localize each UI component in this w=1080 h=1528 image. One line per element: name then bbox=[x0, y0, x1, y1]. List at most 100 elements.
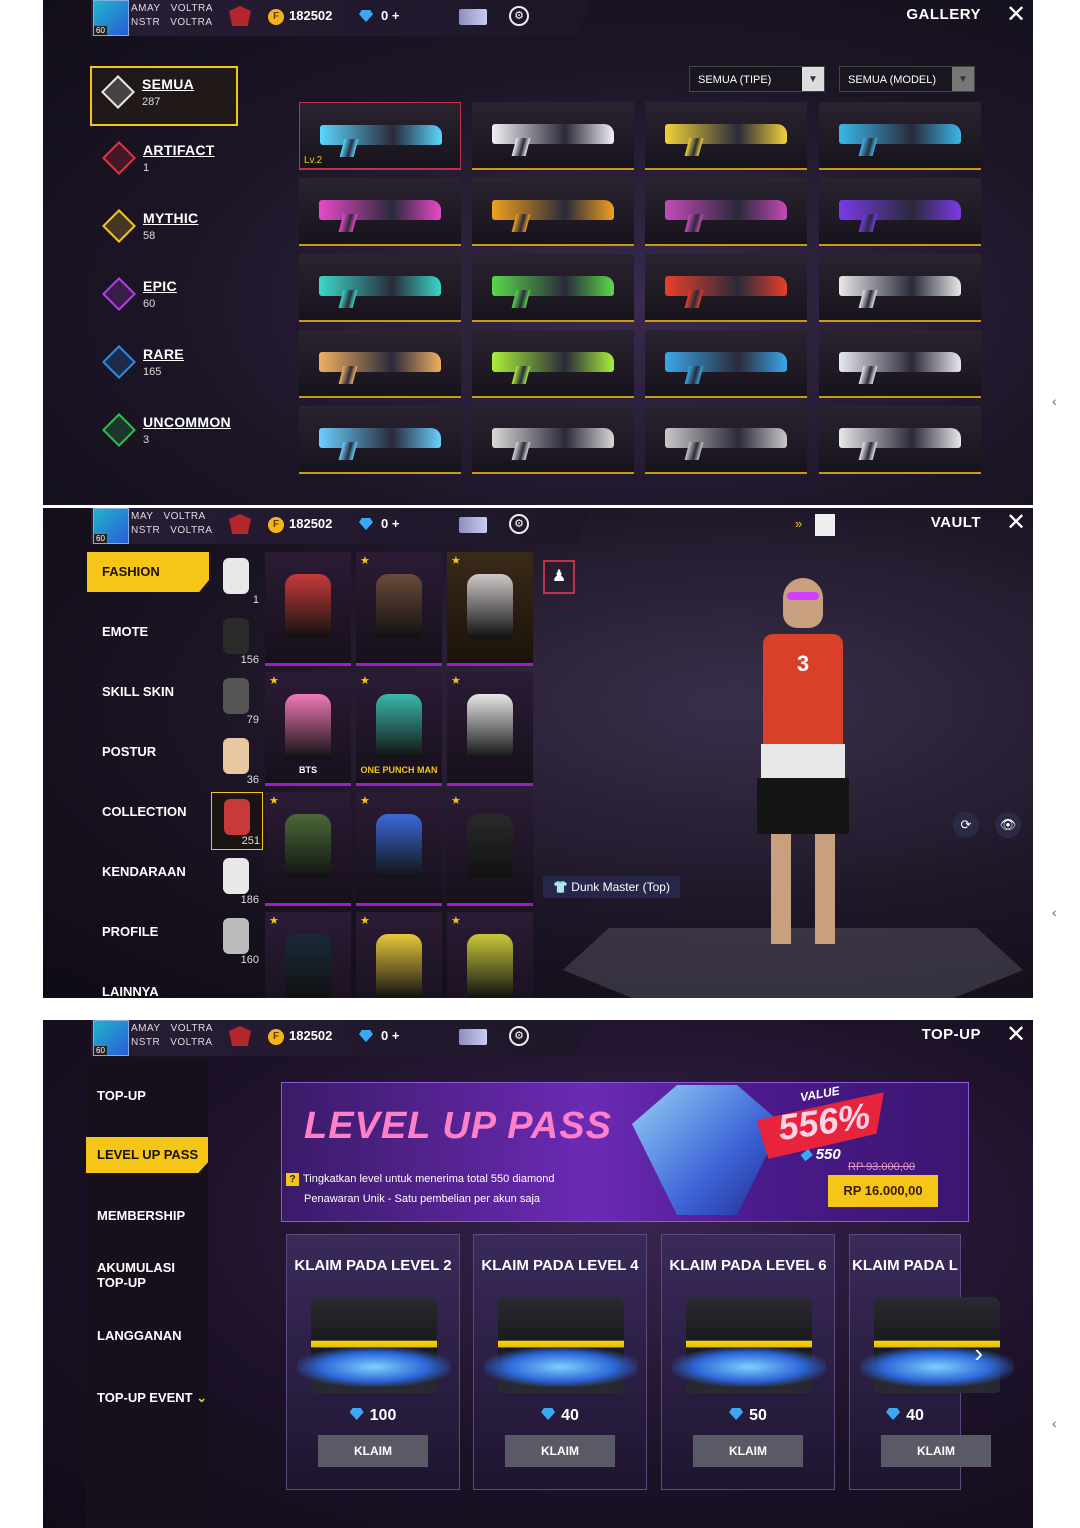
menu-level-up-pass[interactable]: LEVEL UP PASS bbox=[86, 1137, 208, 1173]
weapon-skin-tile[interactable]: Lv.2 bbox=[299, 102, 461, 170]
fashion-item-tile[interactable]: ★ bbox=[356, 912, 442, 998]
weapon-skin-tile[interactable] bbox=[819, 254, 981, 322]
close-icon[interactable]: ✕ bbox=[1003, 1022, 1029, 1048]
menu-topup[interactable]: TOP-UP bbox=[86, 1088, 208, 1103]
model-filter-dropdown[interactable]: SEMUA (MODEL) ▼ bbox=[839, 66, 975, 92]
weapon-skin-tile[interactable] bbox=[645, 254, 807, 322]
claim-button[interactable]: KLAIM bbox=[318, 1435, 428, 1467]
membership-card-icon[interactable] bbox=[459, 9, 487, 25]
vault-tab-skill-skin[interactable]: SKILL SKIN bbox=[87, 672, 209, 712]
weapon-skin-tile[interactable] bbox=[645, 102, 807, 170]
vault-subcategory[interactable]: 156 bbox=[211, 612, 261, 668]
preview-icon[interactable]: 👁 bbox=[995, 812, 1021, 838]
vault-subcategory[interactable]: 160 bbox=[211, 912, 261, 968]
weapon-skin-tile[interactable] bbox=[819, 102, 981, 170]
weapon-skin-tile[interactable] bbox=[819, 178, 981, 246]
weapon-skin-tile[interactable] bbox=[819, 330, 981, 398]
avatar[interactable]: 60 bbox=[93, 1020, 129, 1056]
close-icon[interactable]: ✕ bbox=[1003, 510, 1029, 536]
menu-topup-event[interactable]: TOP-UP EVENT ⌄ bbox=[86, 1390, 208, 1405]
claim-button[interactable]: KLAIM bbox=[505, 1435, 615, 1467]
diamond-balance[interactable]: 0 + bbox=[381, 1028, 399, 1043]
vault-tab-profile[interactable]: PROFILE bbox=[87, 912, 209, 952]
page-title: VAULT bbox=[930, 514, 981, 531]
fashion-item-tile[interactable]: ★ bbox=[265, 792, 351, 906]
vault-subcategory[interactable]: 1 bbox=[211, 552, 261, 608]
rarity-filter-artifact[interactable]: ARTIFACT 1 bbox=[93, 134, 283, 190]
fashion-item-tile[interactable]: ★ bbox=[447, 912, 533, 998]
weapon-skin-tile[interactable] bbox=[472, 254, 634, 322]
character-swap-icon[interactable] bbox=[815, 514, 835, 536]
fashion-item-tile[interactable]: ★ bbox=[356, 792, 442, 906]
star-icon: ★ bbox=[451, 555, 461, 567]
weapon-skin-tile[interactable] bbox=[472, 102, 634, 170]
fashion-item-tile[interactable]: ★ bbox=[447, 672, 533, 786]
fashion-item-tile[interactable]: ★ BTS bbox=[265, 672, 351, 786]
weapon-skin-tile[interactable] bbox=[472, 406, 634, 474]
avatar[interactable]: 60 bbox=[93, 508, 129, 544]
diamond-balance[interactable]: 0 + bbox=[381, 8, 399, 23]
character-model[interactable]: 3 bbox=[743, 578, 863, 958]
rarity-filter-semua[interactable]: SEMUA 287 bbox=[90, 66, 238, 126]
membership-card-icon[interactable] bbox=[459, 517, 487, 533]
vault-tab-emote[interactable]: EMOTE bbox=[87, 612, 209, 652]
claim-button[interactable]: KLAIM bbox=[881, 1435, 991, 1467]
weapon-skin-tile[interactable] bbox=[299, 254, 461, 322]
rarity-filter-uncommon[interactable]: UNCOMMON 3 bbox=[93, 406, 283, 462]
close-icon[interactable]: ✕ bbox=[1003, 2, 1029, 28]
menu-langganan[interactable]: LANGGANAN bbox=[86, 1328, 208, 1343]
vault-subcategory[interactable]: 251 bbox=[211, 792, 263, 850]
vault-tab-lainnya[interactable]: LAINNYA bbox=[87, 972, 209, 998]
fashion-item-tile[interactable] bbox=[265, 552, 351, 666]
rotate-icon[interactable]: ⟳ bbox=[953, 812, 979, 838]
vault-tab-fashion[interactable]: FASHION bbox=[87, 552, 209, 592]
vault-tab-postur[interactable]: POSTUR bbox=[87, 732, 209, 772]
chevron-left-icon[interactable]: ‹ bbox=[1052, 393, 1057, 409]
double-chevron-icon[interactable]: » bbox=[795, 516, 802, 531]
weapon-skin-tile[interactable] bbox=[299, 330, 461, 398]
fashion-item-tile[interactable]: ★ bbox=[447, 552, 533, 666]
settings-icon[interactable]: ⚙ bbox=[509, 6, 529, 26]
type-filter-dropdown[interactable]: SEMUA (TIPE) ▼ bbox=[689, 66, 825, 92]
weapon-skin-tile[interactable] bbox=[645, 406, 807, 474]
vault-subcategory[interactable]: 79 bbox=[211, 672, 261, 728]
fashion-item-tile[interactable]: ★ bbox=[356, 552, 442, 666]
rarity-filter-rare[interactable]: RARE 165 bbox=[93, 338, 283, 394]
menu-membership[interactable]: MEMBERSHIP bbox=[86, 1208, 208, 1223]
membership-card-icon[interactable] bbox=[459, 1029, 487, 1045]
mannequin-icon[interactable]: ♟ bbox=[543, 560, 575, 594]
weapon-skin-tile[interactable] bbox=[645, 178, 807, 246]
vault-subcategory[interactable]: 186 bbox=[211, 852, 261, 908]
help-icon[interactable]: ? bbox=[286, 1173, 299, 1186]
chevron-left-icon[interactable]: ‹ bbox=[1052, 904, 1057, 920]
fashion-item-tile[interactable]: ★ bbox=[265, 912, 351, 998]
player-tag: NSTR bbox=[131, 1037, 161, 1048]
weapon-skin-tile[interactable] bbox=[645, 330, 807, 398]
vault-tab-kendaraan[interactable]: KENDARAAN bbox=[87, 852, 209, 892]
fashion-item-tile[interactable]: ★ bbox=[447, 792, 533, 906]
weapon-skin-tile[interactable] bbox=[299, 178, 461, 246]
vault-subcategory[interactable]: 36 bbox=[211, 732, 261, 788]
fashion-item-tile[interactable]: ★ ONE PUNCH MAN bbox=[356, 672, 442, 786]
claim-button[interactable]: KLAIM bbox=[693, 1435, 803, 1467]
diamond-balance[interactable]: 0 + bbox=[381, 516, 399, 531]
coin-balance: 182502 bbox=[289, 8, 333, 23]
chevron-left-icon[interactable]: ‹ bbox=[1052, 1415, 1057, 1431]
claim-amount-value: 50 bbox=[749, 1407, 767, 1424]
equipped-item-label[interactable]: 👕 Dunk Master (Top) bbox=[543, 876, 680, 898]
weapon-skin-tile[interactable] bbox=[472, 330, 634, 398]
settings-icon[interactable]: ⚙ bbox=[509, 1026, 529, 1046]
buy-price-button[interactable]: RP 16.000,00 bbox=[828, 1175, 938, 1207]
weapon-skin-tile[interactable] bbox=[299, 406, 461, 474]
avatar[interactable]: 60 bbox=[93, 0, 129, 36]
type-filter-value: SEMUA (TIPE) bbox=[698, 74, 772, 86]
vault-tab-collection[interactable]: COLLECTION bbox=[87, 792, 209, 832]
menu-akumulasi-topup[interactable]: AKUMULASI TOP-UP bbox=[86, 1260, 176, 1290]
rarity-filter-mythic[interactable]: MYTHIC 58 bbox=[93, 202, 283, 258]
weapon-skin-tile[interactable] bbox=[819, 406, 981, 474]
settings-icon[interactable]: ⚙ bbox=[509, 514, 529, 534]
weapon-skin-tile[interactable] bbox=[472, 178, 634, 246]
chevron-right-icon[interactable]: › bbox=[974, 1338, 983, 1369]
page-title: GALLERY bbox=[906, 6, 981, 23]
rarity-filter-epic[interactable]: EPIC 60 bbox=[93, 270, 283, 326]
